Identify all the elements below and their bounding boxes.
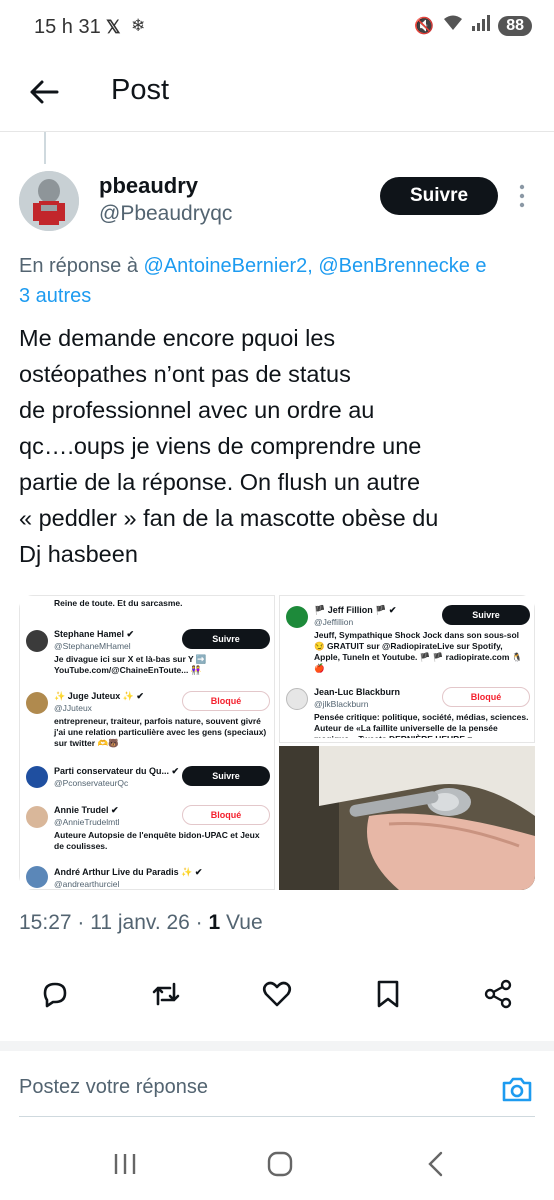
media-image-3[interactable] <box>279 746 535 890</box>
battery-indicator: 88 <box>498 15 532 36</box>
recent-apps-icon <box>114 1154 136 1174</box>
reply-button[interactable] <box>39 978 71 1010</box>
follow-button[interactable]: Suivre <box>380 177 498 215</box>
reply-mentions-link[interactable]: @AntoineBernier2, @BenBrennecke e <box>144 255 487 277</box>
media-image-1[interactable]: Reine de toute. Et du sarcasme. Stephane… <box>19 595 275 890</box>
reply-prefix: En réponse à <box>19 255 144 277</box>
avatar-image <box>19 171 79 231</box>
signal-icon <box>472 15 491 36</box>
repost-icon <box>152 982 180 1006</box>
bookmark-icon <box>377 980 399 1008</box>
avatar <box>286 688 308 710</box>
media-user-handle: @AnnieTrudelmtl <box>54 817 120 827</box>
status-bar: 15 h 31 𝕏 ❄ 🔇 88 <box>0 0 554 56</box>
media-user-name: 🏴 Jeff Fillion 🏴 ✔ <box>314 605 397 615</box>
media-user-bio: Pensée critique: politique, société, méd… <box>314 712 529 738</box>
home-icon <box>267 1151 293 1177</box>
media-user-handle: @jlkBlackburn <box>314 699 369 709</box>
back-button[interactable] <box>26 74 62 110</box>
thread-line <box>44 132 46 164</box>
author-handle[interactable]: @Pbeaudryqc <box>99 202 232 226</box>
avatar <box>26 630 48 652</box>
more-options-button[interactable] <box>514 183 530 209</box>
media-list-item: Jean-Luc Blackburn @jlkBlackburn Bloqué … <box>286 684 530 742</box>
media-image-2[interactable]: 🏴 Jeff Fillion 🏴 ✔ @Jeffillion Suivre Je… <box>279 595 535 743</box>
timestamp-text: 15:27 · 11 janv. 26 · <box>19 911 209 934</box>
avatar <box>286 606 308 628</box>
home-button[interactable] <box>264 1148 296 1180</box>
avatar <box>26 766 48 788</box>
wifi-icon <box>442 14 464 37</box>
share-button[interactable] <box>482 978 514 1010</box>
avatar <box>26 692 48 714</box>
reply-context: En réponse à @AntoineBernier2, @BenBrenn… <box>19 251 554 311</box>
page-title: Post <box>111 74 170 106</box>
media-user-handle: @Jeffillion <box>314 617 354 627</box>
media-user-handle: @PconservateurQc <box>54 778 129 788</box>
toilet-handle-photo <box>279 746 535 890</box>
media-list-item: Parti conservateur du Qu... ✔ @Pconserva… <box>26 764 270 794</box>
views-label: Vue <box>220 911 263 934</box>
x-logo-icon: 𝕏 <box>106 17 121 37</box>
media-user-bio: Je divague ici sur X et là-bas sur Y ➡️ … <box>54 654 207 675</box>
media-user-handle: @StephaneMHamel <box>54 641 131 651</box>
mute-icon: 🔇 <box>414 17 435 35</box>
media-list-item: 🏴 Jeff Fillion 🏴 ✔ @Jeffillion Suivre Je… <box>286 602 530 673</box>
like-button[interactable] <box>261 978 293 1010</box>
header-divider <box>0 131 554 132</box>
avatar <box>26 866 48 888</box>
status-indicators: 🔇 88 <box>414 14 532 37</box>
repost-button[interactable] <box>150 978 182 1010</box>
media-user-bio: entrepreneur, traiteur, parfois nature, … <box>54 716 267 748</box>
share-icon <box>484 979 512 1009</box>
media-user-bio: Auteure Autopsie de l'enquête bidon-UPAC… <box>54 830 260 851</box>
media-user-name: Stephane Hamel ✔ <box>54 629 135 639</box>
post-timestamp: 15:27 · 11 janv. 26 · 1 Vue <box>19 911 263 935</box>
media-follow-button: Suivre <box>182 629 270 649</box>
section-divider <box>0 1041 554 1051</box>
media-user-name: ✨ Juge Juteux ✨ ✔ <box>54 691 144 701</box>
media-blocked-button: Bloqué <box>442 687 530 707</box>
arrow-left-icon <box>30 80 59 104</box>
media-user-handle: @andrearthurciel <box>54 879 120 889</box>
compose-underline <box>19 1116 535 1117</box>
heart-icon <box>262 981 292 1007</box>
system-back-button[interactable] <box>420 1148 452 1180</box>
camera-button[interactable] <box>500 1072 534 1106</box>
chevron-left-icon <box>428 1151 443 1177</box>
media-user-handle: @JJuteux <box>54 703 92 713</box>
media-user-name: Jean-Luc Blackburn <box>314 687 401 697</box>
recent-apps-button[interactable] <box>109 1148 141 1180</box>
media-blocked-button: Bloqué <box>182 691 270 711</box>
media-user-name: André Arthur Live du Paradis ✨ ✔ <box>54 867 203 877</box>
snowflake-icon: ❄ <box>131 16 146 35</box>
more-vertical-icon <box>519 184 525 208</box>
media-list-item: Annie Trudel ✔ @AnnieTrudelmtl Bloqué Au… <box>26 802 270 856</box>
media-top-text: Reine de toute. Et du sarcasme. <box>54 598 183 608</box>
reply-input[interactable]: Postez votre réponse <box>19 1076 208 1099</box>
media-user-name: Annie Trudel ✔ <box>54 805 119 815</box>
post-text: Me demande encore pquoi les ostéopathes … <box>19 325 439 567</box>
media-list-item: Stephane Hamel ✔ @StephaneMHamel Suivre … <box>26 626 270 682</box>
avatar[interactable] <box>19 171 79 231</box>
reply-icon <box>43 982 67 1008</box>
status-time: 15 h 31 <box>34 16 101 38</box>
camera-icon <box>502 1077 532 1102</box>
media-follow-button: Suivre <box>182 766 270 786</box>
media-list-item: ✨ Juge Juteux ✨ ✔ @JJuteux Bloqué entrep… <box>26 688 270 748</box>
media-user-name: Parti conservateur du Qu... ✔ <box>54 766 180 776</box>
avatar <box>26 806 48 828</box>
media-grid[interactable]: Reine de toute. Et du sarcasme. Stephane… <box>19 595 535 890</box>
media-list-item: André Arthur Live du Paradis ✨ ✔ @andrea… <box>26 864 270 890</box>
media-user-bio: Jeuff, Sympathique Shock Jock dans son s… <box>314 630 523 673</box>
author-name[interactable]: pbeaudry <box>99 173 198 199</box>
bookmark-button[interactable] <box>372 978 404 1010</box>
reply-more-link[interactable]: 3 autres <box>19 285 91 307</box>
media-blocked-button: Bloqué <box>182 805 270 825</box>
views-count: 1 <box>208 911 221 934</box>
media-follow-button: Suivre <box>442 605 530 625</box>
